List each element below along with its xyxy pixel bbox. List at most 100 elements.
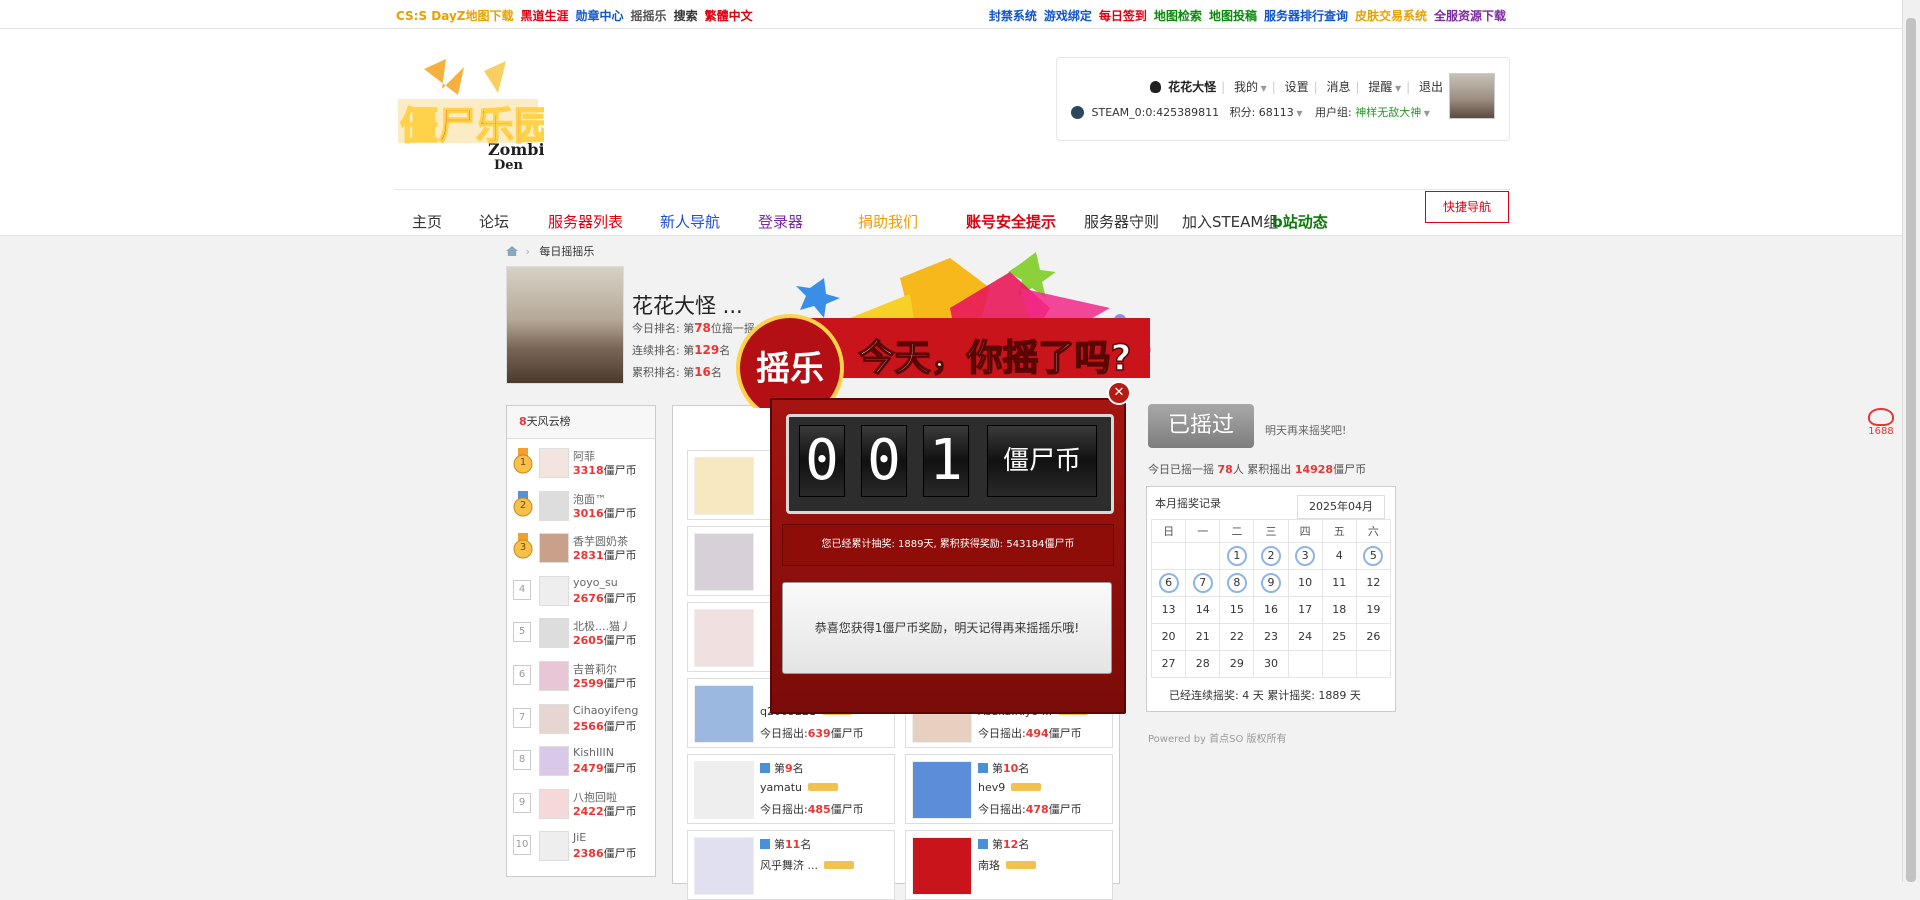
avatar[interactable] [694,457,754,515]
calendar-day[interactable]: 5 [1355,542,1392,570]
calendar-day[interactable]: 13 [1150,596,1187,624]
rank-name[interactable]: Cihaoyifeng [573,704,638,717]
calendar-day[interactable]: 15 [1219,596,1255,624]
calendar-day[interactable]: 4 [1321,542,1357,570]
calendar-day[interactable]: 16 [1253,596,1289,624]
site-logo[interactable]: 僵尸乐园 Zombie Den [394,59,555,173]
avatar[interactable] [539,575,569,606]
nav-item[interactable]: 服务器列表 [548,211,623,232]
calendar-day[interactable]: 1 [1219,542,1255,570]
avatar[interactable] [1449,73,1495,119]
top-link[interactable]: 地图检索 [1154,9,1202,23]
top-link[interactable]: 皮肤交易系统 [1355,9,1427,23]
my-menu[interactable]: 我的 [1234,80,1258,94]
calendar-day[interactable]: 7 [1185,569,1221,597]
remind-menu[interactable]: 提醒 [1368,80,1392,94]
top-link[interactable]: 服务器排行查询 [1264,9,1348,23]
leaderboard-row[interactable]: 8 KishIIIN 2479僵尸币 [513,742,653,782]
calendar-day[interactable]: 19 [1355,596,1392,624]
calendar-day[interactable]: 2 [1253,542,1289,570]
calendar-day[interactable]: 3 [1287,542,1323,570]
top-link[interactable]: 地图投稿 [1209,9,1257,23]
calendar-day[interactable]: 12 [1355,569,1392,597]
avatar[interactable] [912,761,972,819]
avatar[interactable] [539,703,569,734]
card-name[interactable]: yamatu [760,781,838,794]
nav-item[interactable]: 加入STEAM组 [1182,211,1278,232]
group-value[interactable]: 神样无敌大神 [1355,106,1421,119]
calendar-day[interactable]: 28 [1185,650,1221,678]
nav-item[interactable]: 主页 [412,211,442,232]
nav-item[interactable]: b站动态 [1272,211,1328,232]
calendar-day[interactable]: 26 [1355,623,1392,651]
quick-nav-button[interactable]: 快捷导航 [1425,191,1509,223]
username-link[interactable]: 花花大怪 [1168,80,1216,94]
leaderboard-row[interactable]: 7 Cihaoyifeng 2566僵尸币 [513,700,653,740]
leaderboard-row[interactable]: 1 阿菲 3318僵尸币 [513,444,653,484]
leaderboard-row[interactable]: 10 JiE 2386僵尸币 [513,827,653,867]
top-link[interactable]: 繁體中文 [705,9,753,23]
breadcrumb-current[interactable]: 每日摇摇乐 [539,245,594,258]
home-icon[interactable] [506,246,518,256]
avatar[interactable] [694,533,754,591]
leaderboard-row[interactable]: 9 八抱回啦 2422僵尸币 [513,785,653,825]
calendar-day[interactable]: 23 [1253,623,1289,651]
avatar[interactable] [912,837,972,895]
calendar-month[interactable]: 2025年04月 [1297,495,1385,519]
top-link[interactable]: 封禁系统 [989,9,1037,23]
top-link[interactable]: 勋章中心 [576,9,624,23]
avatar[interactable] [539,618,569,649]
settings-link[interactable]: 设置 [1285,80,1309,94]
calendar-day[interactable]: 27 [1150,650,1187,678]
calendar-day[interactable]: 20 [1150,623,1187,651]
calendar-day[interactable]: 9 [1253,569,1289,597]
rank-name[interactable]: KishIIIN [573,746,614,759]
avatar[interactable] [539,448,569,478]
calendar-day[interactable]: 6 [1150,569,1187,597]
already-shaken-button[interactable]: 已摇过 [1148,404,1254,448]
leaderboard-row[interactable]: 5 北极....猫丿 2605僵尸币 [513,614,653,654]
messages-link[interactable]: 消息 [1327,80,1351,94]
card-name[interactable]: 南珞 [978,857,1036,873]
points-value[interactable]: 68113 [1259,106,1294,119]
calendar-day[interactable]: 14 [1185,596,1221,624]
rank-card[interactable]: 第12名 南珞 [905,830,1113,900]
calendar-day[interactable]: 18 [1321,596,1357,624]
scrollbar-thumb[interactable] [1906,18,1916,882]
rank-name[interactable]: yoyo_su [573,576,618,589]
top-link[interactable]: 黑道生涯 [521,9,569,23]
calendar-day[interactable]: 25 [1321,623,1357,651]
nav-item[interactable]: 账号安全提示 [966,211,1056,232]
card-name[interactable]: 风乎舞济 ... [760,857,854,873]
avatar[interactable] [694,609,754,667]
avatar[interactable] [539,831,569,862]
nav-item[interactable]: 捐助我们 [858,211,918,232]
calendar-day[interactable]: 8 [1219,569,1255,597]
top-link[interactable]: CS:S DayZ地图下载 [396,9,514,23]
avatar[interactable] [539,533,569,564]
top-link[interactable]: 摇摇乐 [631,9,667,23]
rank-name[interactable]: JiE [573,831,586,844]
calendar-day[interactable]: 29 [1219,650,1255,678]
top-link[interactable]: 全服资源下载 [1434,9,1506,23]
avatar[interactable] [539,661,569,691]
avatar[interactable] [539,788,569,819]
rank-card[interactable]: 第11名 风乎舞济 ... [687,830,895,900]
leaderboard-row[interactable]: 6 吉普莉尔 2599僵尸币 [513,657,653,697]
calendar-day[interactable]: 24 [1287,623,1323,651]
calendar-day[interactable]: 21 [1185,623,1221,651]
nav-item[interactable]: 论坛 [479,211,509,232]
leaderboard-row[interactable]: 4 yoyo_su 2676僵尸币 [513,572,653,612]
avatar[interactable] [694,837,754,895]
nav-item[interactable]: 登录器 [758,211,803,232]
rank-card[interactable]: 第10名 hev9 今日摇出:478僵尸币 [905,754,1113,824]
side-1688-icon[interactable]: 1688 [1866,408,1896,437]
avatar[interactable] [694,761,754,819]
page-scrollbar[interactable] [1902,0,1920,882]
avatar[interactable] [539,746,569,777]
calendar-day[interactable]: 11 [1321,569,1357,597]
calendar-day[interactable]: 30 [1253,650,1289,678]
leaderboard-row[interactable]: 2 泡面™ 3016僵尸币 [513,487,653,527]
calendar-day[interactable]: 17 [1287,596,1323,624]
top-link[interactable]: 游戏绑定 [1044,9,1092,23]
